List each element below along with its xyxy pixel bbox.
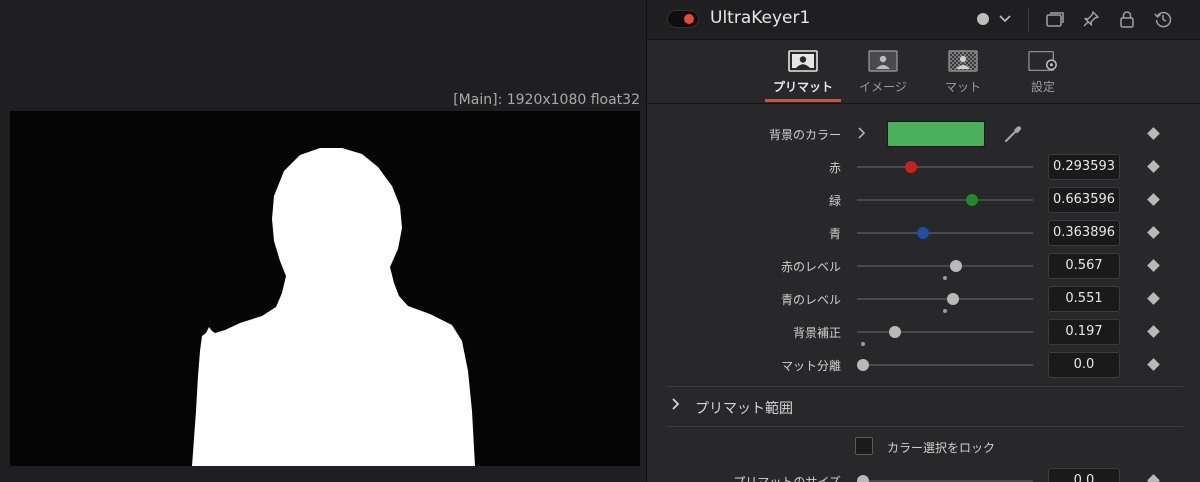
param-value-field[interactable]: 0.0 [1048,352,1120,378]
slider-track[interactable] [857,232,1033,234]
section-divider-bottom [667,426,1183,427]
matte-icon [948,50,978,72]
chevron-down-icon[interactable] [995,9,1015,29]
slider-track[interactable] [857,364,1033,366]
keyframe-diamond-icon[interactable] [1147,259,1160,272]
slider-knob[interactable] [965,194,978,206]
param-label: 緑 [828,194,841,208]
eyedropper-icon[interactable] [1003,124,1023,144]
param-row: 背景補正 0.197 [647,318,1200,346]
tab-settings-label: 設定 [1030,80,1055,94]
slider-track[interactable] [857,298,1033,300]
primatte-size-row: プリマットのサイズ 0.0 [647,467,1200,482]
matte-preview-image [10,111,640,466]
keyframe-diamond-icon[interactable] [1147,358,1160,371]
image-icon [868,50,898,72]
keyframe-diamond-icon[interactable] [1147,127,1160,140]
versions-icon[interactable] [1045,9,1065,29]
slider-track[interactable] [857,331,1033,333]
slider-knob[interactable] [949,260,962,272]
param-value-field[interactable]: 0.197 [1048,319,1120,345]
active-tab-indicator [765,99,841,102]
viewer-canvas[interactable] [10,111,640,466]
background-color-row: 背景のカラー [647,120,1200,148]
tab-primatte-label: プリマット [772,80,833,94]
keyframe-diamond-icon[interactable] [1147,325,1160,338]
node-title: UltraKeyer1 [710,8,811,28]
param-value-field[interactable]: 0.567 [1048,253,1120,279]
tab-image-label: イメージ [859,80,907,94]
primatte-controls: 背景のカラー 赤 0.293593 緑 0.663596 青 0.363896 赤のレベル 0… [647,105,1200,482]
slider-knob[interactable] [889,326,902,338]
param-row: 赤 0.293593 [647,153,1200,181]
slider-default-marker [943,309,947,313]
param-row: 青のレベル 0.551 [647,285,1200,313]
param-label: 赤 [828,161,841,175]
primatte-icon [788,50,818,72]
param-label: プリマットのサイズ [733,475,841,482]
viewer-panel: [Main]: 1920x1080 float32 [0,0,646,482]
section-divider-top [667,386,1183,387]
slider-default-marker [943,276,947,280]
background-color-swatch[interactable] [887,121,985,147]
param-label: 青 [828,227,841,241]
inspector-header: UltraKeyer1 [647,0,1200,40]
param-value-field[interactable]: 0.0 [1048,468,1120,482]
slider-track[interactable] [857,166,1033,168]
slider-knob[interactable] [916,227,929,239]
param-row: マット分離 0.0 [647,351,1200,379]
inspector-panel: UltraKeyer1 プリマット イメージ マット 設定 背景のカラー 赤 0… [646,0,1200,482]
slider-track[interactable] [857,199,1033,201]
param-label: マット分離 [780,359,841,373]
reset-icon[interactable] [1153,9,1173,29]
node-color-icon[interactable] [973,9,993,29]
param-row: 青 0.363896 [647,219,1200,247]
tab-image[interactable]: イメージ [843,50,923,95]
viewer-resolution-info: [Main]: 1920x1080 float32 [453,92,640,108]
settings-icon [1028,50,1057,72]
lock-icon[interactable] [1117,9,1137,29]
keyframe-diamond-icon[interactable] [1147,193,1160,206]
param-value-field[interactable]: 0.551 [1048,286,1120,312]
slider-knob[interactable] [905,161,918,173]
param-row: 赤のレベル 0.567 [647,252,1200,280]
slider-knob[interactable] [857,359,869,371]
background-color-label: 背景のカラー [768,128,841,142]
header-separator [1028,8,1029,32]
keyframe-diamond-icon[interactable] [1147,226,1160,239]
tab-settings[interactable]: 設定 [1003,50,1083,95]
param-label: 青のレベル [780,293,841,307]
slider-knob[interactable] [947,293,960,305]
node-enable-dot [684,14,694,24]
tab-matte[interactable]: マット [923,50,1003,95]
param-value-field[interactable]: 0.663596 [1048,187,1120,213]
chevron-right-icon [671,396,681,416]
lock-color-selection-label: カラー選択をロック [887,441,996,455]
param-label: 背景補正 [792,326,841,340]
primatte-range-title: プリマット範囲 [695,401,793,417]
keyframe-diamond-icon[interactable] [1147,474,1160,482]
node-enable-toggle[interactable] [667,10,699,28]
keyframe-diamond-icon[interactable] [1147,160,1160,173]
chevron-right-icon[interactable] [857,126,867,143]
param-row: 緑 0.663596 [647,186,1200,214]
slider-track[interactable] [857,265,1033,267]
lock-color-selection-checkbox[interactable] [855,437,873,455]
pin-icon[interactable] [1081,9,1101,29]
inspector-tabs: プリマット イメージ マット 設定 [647,40,1200,104]
tab-matte-label: マット [944,80,981,94]
keyframe-diamond-icon[interactable] [1147,292,1160,305]
param-value-field[interactable]: 0.293593 [1048,154,1120,180]
slider-knob[interactable] [857,475,869,482]
param-label: 赤のレベル [780,260,841,274]
param-value-field[interactable]: 0.363896 [1048,220,1120,246]
tab-primatte[interactable]: プリマット [763,50,843,95]
slider-default-marker [861,342,865,346]
